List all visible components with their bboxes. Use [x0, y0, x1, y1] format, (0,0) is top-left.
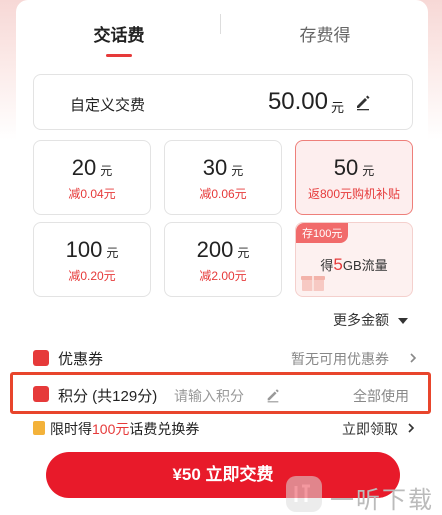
amount-unit: 元	[362, 164, 375, 178]
amount-unit: 元	[106, 246, 119, 260]
promo-text: 限时得100元话费兑换券	[50, 419, 199, 439]
amount-discount: 减0.20元	[68, 269, 116, 283]
points-icon	[33, 386, 49, 402]
traffic-amount: 5	[333, 255, 343, 274]
amount-option-20[interactable]: 20 元 减0.04元	[33, 140, 151, 215]
deposit-badge: 存100元	[296, 223, 349, 243]
coupon-status[interactable]: 暂无可用优惠券	[291, 349, 389, 369]
edit-points-icon[interactable]	[265, 387, 281, 403]
amount-unit: 元	[100, 164, 113, 178]
amount-option-30[interactable]: 30 元 减0.06元	[164, 140, 282, 215]
tab-divider	[220, 14, 221, 34]
amount-discount: 减0.04元	[68, 187, 116, 201]
amount-unit: 元	[237, 246, 250, 260]
amount-subsidy: 返800元购机补贴	[307, 187, 401, 201]
amount-discount: 减2.00元	[199, 269, 247, 283]
coupon-label: 优惠券	[58, 351, 104, 368]
watermark-text: 一听下载	[330, 487, 434, 514]
amount-option-100[interactable]: 100 元 减0.20元	[33, 222, 151, 297]
promo-suffix: 话费兑换券	[129, 421, 200, 437]
coupon-icon	[33, 350, 49, 366]
amount-value: 50	[333, 155, 359, 180]
amount-value: 30	[202, 155, 228, 180]
custom-amount-label: 自定义交费	[70, 97, 146, 114]
custom-amount-value: 50.00	[267, 88, 328, 115]
traffic-suffix: GB流量	[342, 258, 388, 273]
amount-unit: 元	[231, 164, 244, 178]
points-label: 积分 (共129分)	[58, 388, 158, 405]
claim-now-button[interactable]: 立即领取	[342, 419, 398, 439]
edit-icon[interactable]	[354, 93, 372, 111]
chevron-down-icon	[398, 318, 408, 324]
amount-value: 100	[65, 237, 103, 262]
points-input[interactable]: 请输入积分	[174, 386, 244, 406]
promo-highlight: 100元	[92, 421, 130, 437]
amount-option-200[interactable]: 200 元 减2.00元	[164, 222, 282, 297]
custom-amount-unit: 元	[330, 100, 344, 115]
tab-deposit[interactable]: 存费得	[222, 14, 428, 58]
amount-value: 20	[71, 155, 97, 180]
promo-prefix: 限时得	[50, 421, 92, 437]
more-amounts-button[interactable]: 更多金额	[333, 310, 389, 330]
gift-icon	[301, 276, 325, 291]
tab-recharge[interactable]: 交话费	[16, 14, 222, 58]
amount-option-50[interactable]: 50 元 返800元购机补贴	[295, 140, 413, 215]
active-tab-indicator	[106, 54, 132, 57]
chevron-right-icon	[408, 423, 415, 433]
use-all-points-button[interactable]: 全部使用	[353, 386, 409, 406]
chevron-right-icon	[410, 353, 417, 363]
traffic-option[interactable]: 存100元 得5GB流量	[295, 222, 413, 297]
tab-bar: 交话费 存费得	[16, 14, 428, 58]
lock-icon	[33, 421, 45, 435]
amount-value: 200	[196, 237, 234, 262]
amount-discount: 减0.06元	[199, 187, 247, 201]
custom-amount-field[interactable]: 自定义交费 50.00 元	[33, 74, 413, 130]
